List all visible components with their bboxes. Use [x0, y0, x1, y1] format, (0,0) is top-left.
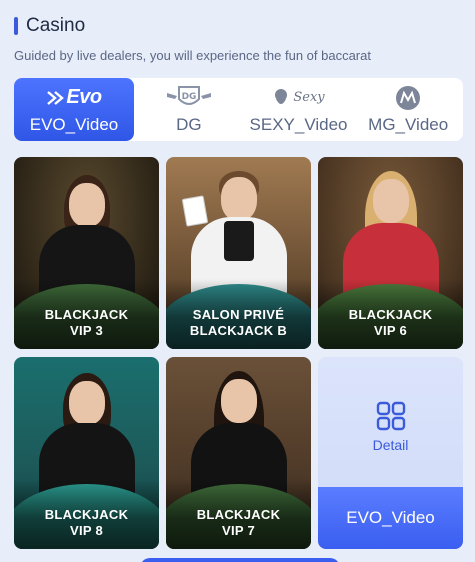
game-card[interactable]: BLACKJACK VIP 7 [166, 357, 311, 549]
dealer-head [68, 381, 105, 425]
game-title: BLACKJACK VIP 7 [196, 507, 281, 538]
grid-icon [376, 401, 405, 431]
card-caption: SALON PRIVÉ BLACKJACK B [166, 279, 311, 349]
tab-label: EVO_Video [29, 114, 119, 134]
section-header: Casino Guided by live dealers, you will … [14, 14, 465, 63]
game-card[interactable]: BLACKJACK VIP 3 [14, 157, 159, 349]
card-caption: BLACKJACK VIP 7 [166, 479, 311, 549]
card-caption: BLACKJACK VIP 8 [14, 479, 159, 549]
sexy-logo-icon: Sexy [272, 85, 325, 111]
card-caption: BLACKJACK VIP 3 [14, 279, 159, 349]
title-accent-bar [14, 17, 18, 35]
provider-tabs: Evo EVO_Video DG DG Sexy SEXY_Video MG_V… [14, 78, 463, 141]
tab-label: MG_Video [368, 114, 449, 134]
game-title: BLACKJACK VIP 3 [44, 307, 129, 338]
game-title: SALON PRIVÉ BLACKJACK B [189, 307, 288, 338]
playing-card [181, 195, 209, 227]
game-card[interactable]: BLACKJACK VIP 6 [318, 157, 463, 349]
game-card[interactable]: BLACKJACK VIP 8 [14, 357, 159, 549]
dealer-head [220, 379, 257, 423]
detail-button[interactable]: Detail [318, 357, 463, 487]
game-title: BLACKJACK VIP 6 [348, 307, 433, 338]
dealer-vest [224, 221, 254, 261]
game-title: BLACKJACK VIP 8 [44, 507, 129, 538]
evo-logo-icon: Evo [46, 85, 102, 111]
tab-dg[interactable]: DG DG [134, 78, 244, 141]
tab-sexy-video[interactable]: Sexy SEXY_Video [244, 78, 354, 141]
provider-label: EVO_Video [346, 508, 435, 527]
dealer-head [68, 183, 105, 227]
game-card[interactable]: SALON PRIVÉ BLACKJACK B [166, 157, 311, 349]
dealer-head [372, 179, 409, 223]
tab-evo-video[interactable]: Evo EVO_Video [14, 78, 134, 141]
dg-logo-icon: DG [165, 85, 213, 111]
mg-logo-icon [395, 85, 421, 111]
page-subtitle: Guided by live dealers, you will experie… [14, 48, 371, 63]
tab-mg-video[interactable]: MG_Video [353, 78, 463, 141]
detail-label: Detail [372, 437, 409, 453]
svg-text:DG: DG [181, 92, 196, 102]
dealer-head [220, 177, 257, 221]
card-caption: BLACKJACK VIP 6 [318, 279, 463, 349]
bottom-action-bar[interactable] [140, 558, 340, 562]
provider-button[interactable]: EVO_Video [318, 487, 463, 549]
provider-detail-card: Detail EVO_Video [318, 357, 463, 549]
page-title: Casino [26, 15, 86, 36]
tab-label: DG [176, 114, 202, 134]
tab-label: SEXY_Video [249, 114, 348, 134]
